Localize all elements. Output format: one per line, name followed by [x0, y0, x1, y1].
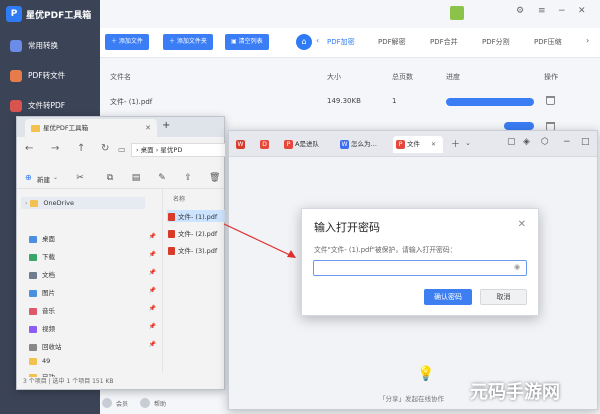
arrow-line	[223, 223, 293, 257]
cancel-button[interactable]: 取消	[480, 289, 527, 305]
password-input[interactable]	[313, 260, 527, 276]
annotation-arrow	[223, 223, 296, 258]
confirm-password-button[interactable]: 确认密码	[424, 289, 472, 305]
dialog-message: 文件"文件- (1).pdf"被保护，请输入打开密码：	[314, 246, 457, 254]
watermark: 元码手游网	[470, 382, 560, 403]
dialog-title: 输入打开密码	[314, 221, 380, 234]
password-dialog: 输入打开密码 ✕ 文件"文件- (1).pdf"被保护，请输入打开密码： ◉ 确…	[301, 208, 539, 316]
close-icon[interactable]: ✕	[518, 219, 526, 230]
eye-icon[interactable]: ◉	[514, 263, 520, 271]
